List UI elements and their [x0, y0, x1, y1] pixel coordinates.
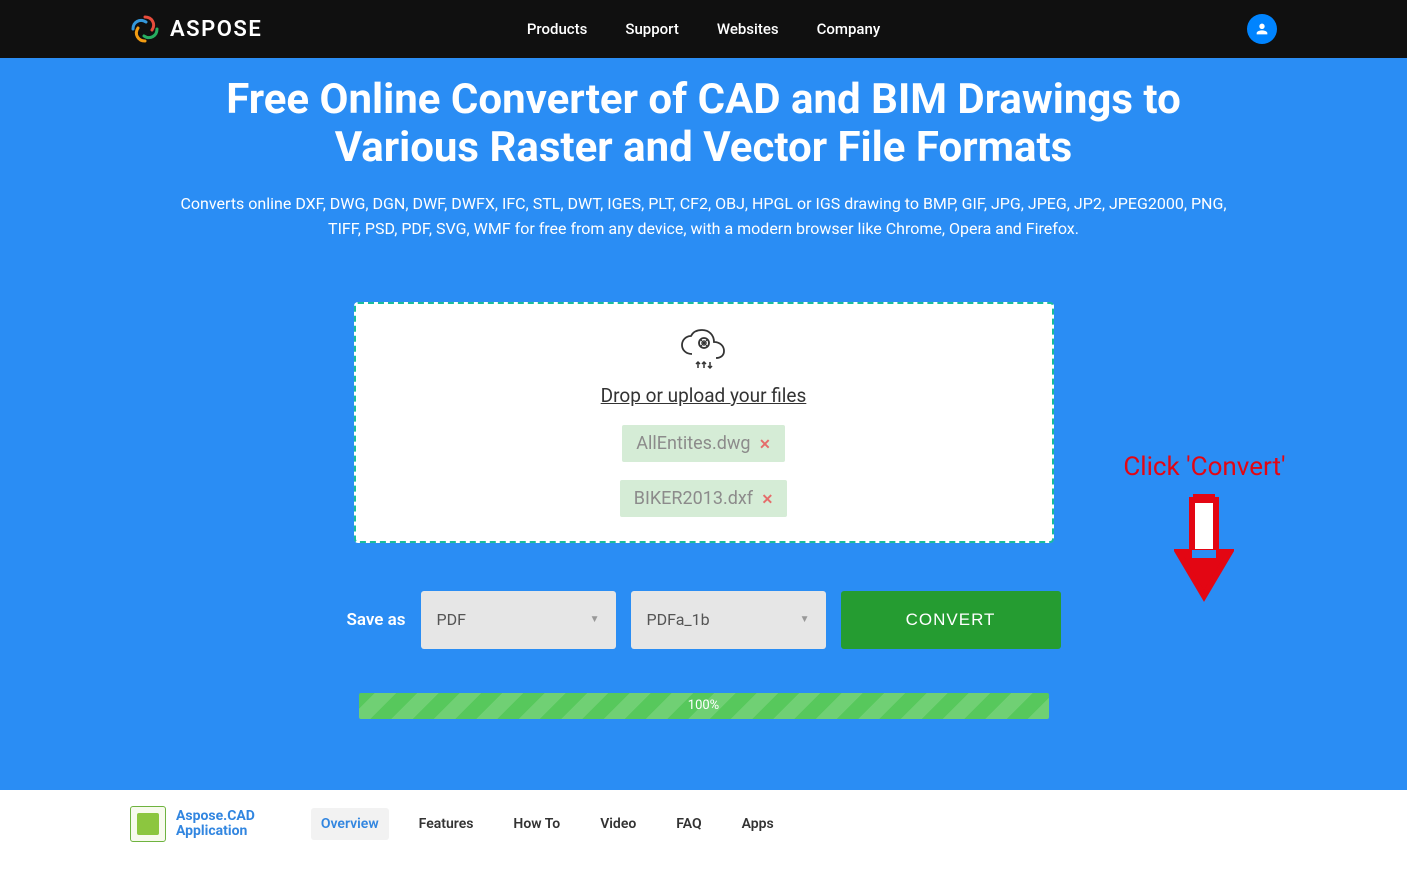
aspose-swirl-icon	[130, 14, 160, 44]
brand-logo[interactable]: ASPOSE	[130, 14, 262, 44]
annotation-text: Click 'Convert'	[1123, 452, 1285, 482]
hero-section: Free Online Converter of CAD and BIM Dra…	[0, 58, 1407, 790]
page-subtitle: Converts online DXF, DWG, DGN, DWF, DWFX…	[164, 191, 1244, 242]
nav-company[interactable]: Company	[817, 20, 881, 38]
progress-value: 100%	[359, 693, 1049, 719]
tab-features[interactable]: Features	[409, 808, 484, 840]
app-name-line2: Application	[176, 824, 255, 839]
upload-dropzone[interactable]: Drop or upload your files AllEntites.dwg…	[354, 302, 1054, 543]
uploaded-file-2: BIKER2013.dxf ✕	[620, 480, 787, 517]
uploaded-file-1: AllEntites.dwg ✕	[622, 425, 784, 462]
app-badge[interactable]: Aspose.CAD Application	[130, 806, 255, 842]
file-name: BIKER2013.dxf	[634, 488, 753, 509]
format-select[interactable]: PDF ▼	[421, 591, 616, 649]
footer-nav: Aspose.CAD Application Overview Features…	[0, 790, 1407, 858]
chevron-down-icon: ▼	[800, 614, 810, 625]
subformat-value: PDFa_1b	[647, 610, 710, 629]
nav-products[interactable]: Products	[527, 20, 588, 38]
tab-overview[interactable]: Overview	[311, 808, 389, 840]
tab-apps[interactable]: Apps	[732, 808, 784, 840]
tab-faq[interactable]: FAQ	[666, 808, 711, 840]
aspose-cad-icon	[130, 806, 166, 842]
footer-tabs: Overview Features How To Video FAQ Apps	[311, 808, 784, 840]
chevron-down-icon: ▼	[590, 614, 600, 625]
progress-bar: 100%	[359, 693, 1049, 719]
nav-websites[interactable]: Websites	[717, 20, 779, 38]
subformat-select[interactable]: PDFa_1b ▼	[631, 591, 826, 649]
drop-upload-link[interactable]: Drop or upload your files	[376, 384, 1032, 407]
tab-howto[interactable]: How To	[503, 808, 570, 840]
top-nav: Products Support Websites Company	[527, 20, 880, 38]
remove-file-icon[interactable]: ✕	[762, 492, 774, 508]
convert-button[interactable]: CONVERT	[841, 591, 1061, 649]
brand-name: ASPOSE	[170, 17, 262, 42]
app-name-line1: Aspose.CAD	[176, 809, 255, 824]
remove-file-icon[interactable]: ✕	[759, 437, 771, 453]
top-header: ASPOSE Products Support Websites Company	[0, 0, 1407, 58]
save-as-row: Save as PDF ▼ PDFa_1b ▼ CONVERT	[0, 591, 1407, 649]
user-account-button[interactable]	[1247, 14, 1277, 44]
save-as-label: Save as	[346, 610, 405, 630]
file-name: AllEntites.dwg	[636, 433, 750, 454]
nav-support[interactable]: Support	[625, 20, 678, 38]
page-title: Free Online Converter of CAD and BIM Dra…	[224, 76, 1184, 173]
cloud-upload-icon	[678, 328, 730, 376]
tab-video[interactable]: Video	[590, 808, 646, 840]
user-icon	[1254, 21, 1270, 37]
format-value: PDF	[437, 610, 466, 629]
tutorial-annotation: Click 'Convert'	[1123, 452, 1285, 608]
